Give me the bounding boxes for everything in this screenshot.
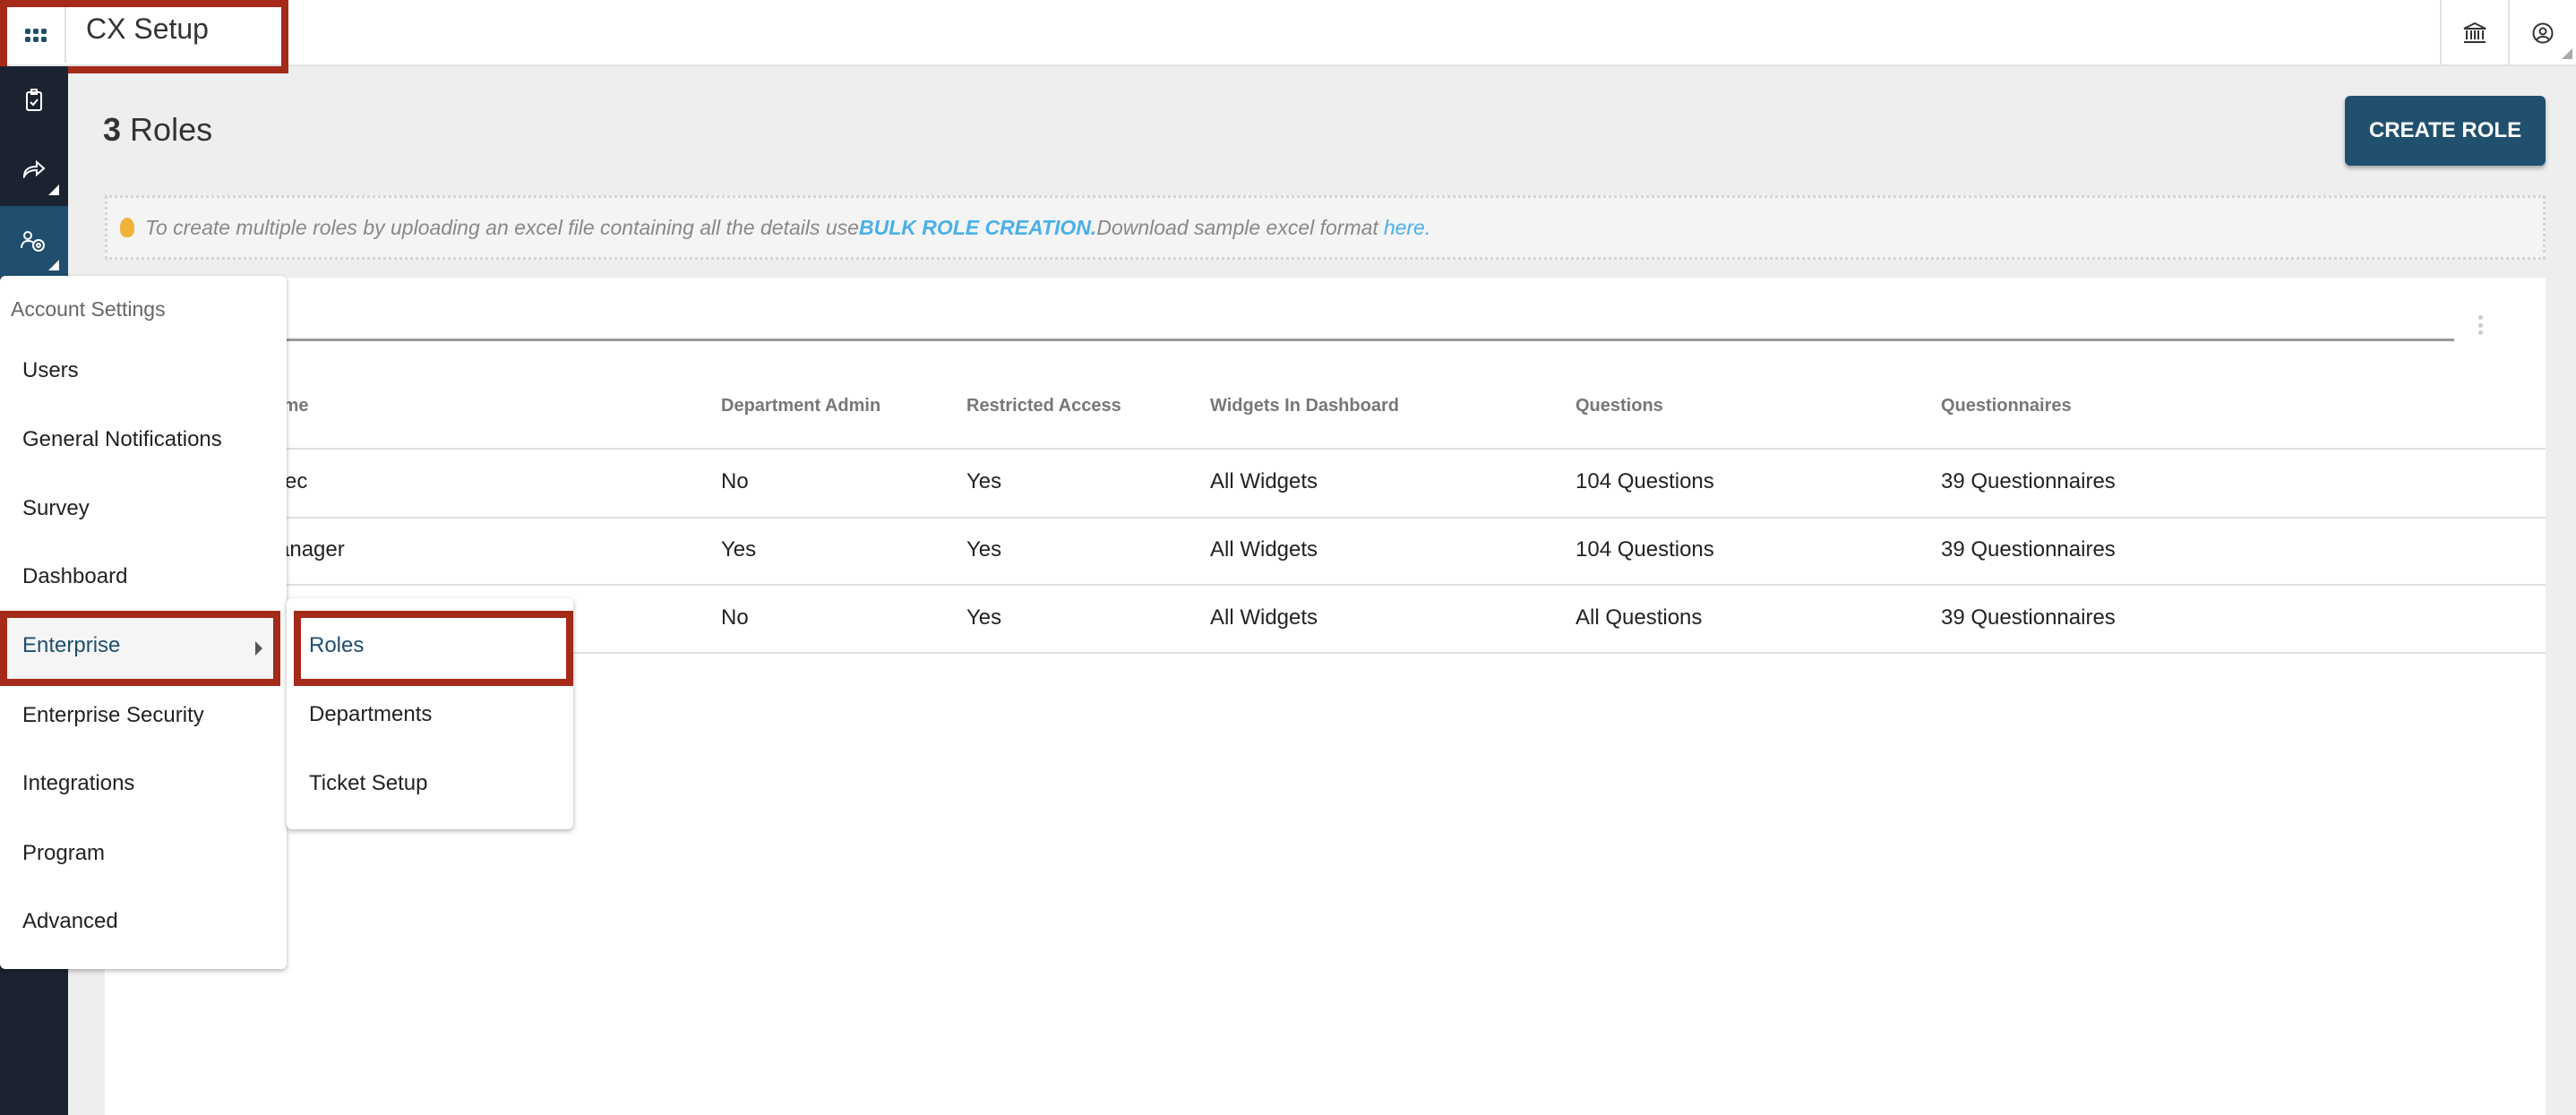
table-row[interactable] bbox=[105, 450, 2546, 516]
page-title: 3 Roles bbox=[103, 111, 212, 149]
highlight-box bbox=[294, 611, 573, 686]
search-input[interactable] bbox=[105, 339, 2454, 341]
column-header[interactable]: Widgets In Dashboard bbox=[1210, 396, 1399, 416]
column-header[interactable]: Restricted Access bbox=[966, 396, 1121, 416]
table-cell: All Widgets bbox=[1210, 469, 1318, 493]
menu-header: Account Settings bbox=[11, 297, 166, 321]
menu-item-integrations[interactable]: Integrations bbox=[22, 771, 134, 796]
highlight-box bbox=[0, 611, 280, 686]
menu-item-dashboard[interactable]: Dashboard bbox=[22, 564, 127, 589]
bank-icon bbox=[2463, 22, 2486, 43]
bulk-role-creation-link[interactable]: BULK ROLE CREATION. bbox=[859, 216, 1096, 240]
submenu-item-departments[interactable]: Departments bbox=[309, 702, 432, 727]
sidebar-item-settings[interactable] bbox=[0, 206, 68, 278]
lightbulb-icon bbox=[120, 218, 134, 237]
role-count: 3 bbox=[103, 111, 122, 148]
table-cell: Yes bbox=[721, 537, 757, 562]
share-forward-icon bbox=[22, 159, 46, 178]
column-header[interactable]: Questions bbox=[1576, 396, 1663, 416]
user-profile-button[interactable] bbox=[2508, 0, 2576, 66]
table-cell: All Widgets bbox=[1210, 537, 1318, 562]
menu-item-enterprise-security[interactable]: Enterprise Security bbox=[22, 703, 204, 728]
menu-item-survey[interactable]: Survey bbox=[22, 496, 90, 521]
table-cell: 104 Questions bbox=[1576, 469, 1714, 493]
info-text: To create multiple roles by uploading an… bbox=[145, 215, 859, 239]
info-banner: To create multiple roles by uploading an… bbox=[105, 195, 2546, 260]
table-row[interactable] bbox=[105, 518, 2546, 584]
page-title-text: Roles bbox=[130, 111, 213, 148]
download-sample-link[interactable]: here. bbox=[1384, 216, 1430, 240]
expand-indicator-icon bbox=[48, 184, 59, 195]
table-cell: 39 Questionnaires bbox=[1941, 537, 2116, 562]
table-cell: No bbox=[721, 469, 749, 493]
info-text-download: Download sample excel format bbox=[1096, 215, 1378, 239]
dropdown-corner-icon bbox=[2562, 48, 2572, 59]
users-gear-icon bbox=[21, 231, 45, 252]
sidebar-item-surveys[interactable] bbox=[0, 66, 68, 134]
expand-indicator-icon bbox=[48, 260, 59, 270]
top-bar bbox=[0, 0, 2576, 66]
highlight-box bbox=[0, 0, 288, 73]
column-header[interactable]: Questionnaires bbox=[1941, 396, 2072, 416]
menu-item-general-notifications[interactable]: General Notifications bbox=[22, 427, 222, 452]
table-cell: Yes bbox=[966, 469, 1002, 493]
menu-item-advanced[interactable]: Advanced bbox=[22, 909, 118, 934]
column-header[interactable]: Department Admin bbox=[721, 396, 880, 416]
sidebar-item-distribution[interactable] bbox=[0, 134, 68, 202]
table-cell: No bbox=[721, 605, 749, 630]
table-cell: 104 Questions bbox=[1576, 537, 1714, 562]
table-cell: Yes bbox=[966, 605, 1002, 630]
table-cell: Yes bbox=[966, 537, 1002, 562]
table-cell: 39 Questionnaires bbox=[1941, 469, 2116, 493]
submenu-item-ticket-setup[interactable]: Ticket Setup bbox=[309, 771, 428, 796]
menu-item-program[interactable]: Program bbox=[22, 841, 105, 866]
clipboard-check-icon bbox=[26, 89, 42, 111]
table-cell: All Widgets bbox=[1210, 605, 1318, 630]
table-cell: 39 Questionnaires bbox=[1941, 605, 2116, 630]
kebab-menu-icon[interactable] bbox=[2476, 315, 2485, 335]
institution-button[interactable] bbox=[2440, 0, 2508, 66]
menu-item-users[interactable]: Users bbox=[22, 358, 79, 383]
user-circle-icon bbox=[2532, 22, 2554, 44]
create-role-button[interactable]: CREATE ROLE bbox=[2345, 96, 2546, 166]
table-cell: All Questions bbox=[1576, 605, 1703, 630]
